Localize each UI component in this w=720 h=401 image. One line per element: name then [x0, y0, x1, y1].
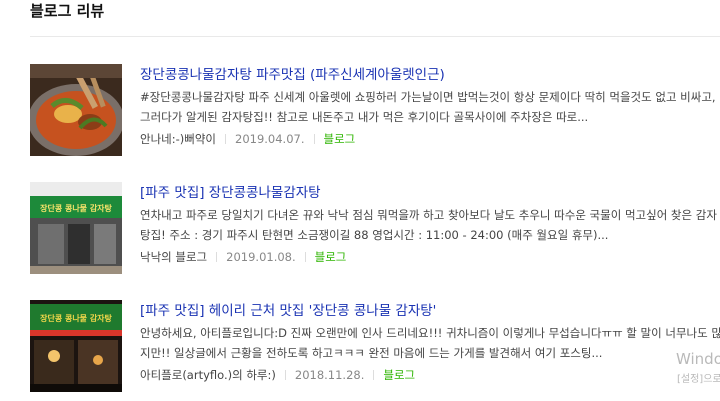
review-author[interactable]: 아티플로(artyflo.)의 하루:)	[140, 368, 276, 382]
review-title[interactable]: [파주 맛집] 헤이리 근처 맛집 '장단콩 콩나물 감자탕'	[140, 301, 436, 321]
review-title[interactable]: [파주 맛집] 장단콩콩나물감자탕	[140, 183, 321, 203]
sign-text: 장단콩 콩나물 감자탕	[40, 203, 112, 213]
review-thumbnail[interactable]	[30, 64, 122, 156]
review-item: 장단콩 콩나물 감자탕 [파주 맛집] 장단콩콩나물감자탕 연차내고 파주로 당…	[30, 182, 720, 274]
meta-separator	[313, 134, 315, 144]
review-source: 블로그	[323, 132, 356, 146]
meta-separator	[216, 252, 218, 262]
review-meta: 아티플로(artyflo.)의 하루:) 2018.11.28. 블로그	[140, 367, 415, 383]
review-date: 2018.11.28.	[294, 368, 365, 382]
review-title[interactable]: 장단콩콩나물감자탕 파주맛집 (파주신세계아울렛인근)	[140, 65, 445, 85]
review-date: 2019.04.07.	[235, 132, 305, 146]
meta-separator	[304, 252, 306, 262]
review-meta: 낙낙의 블로그 2019.01.08. 블로그	[140, 249, 346, 265]
section-title: 블로그 리뷰	[30, 2, 105, 20]
review-thumbnail[interactable]: 장단콩 콩나물 감자탕	[30, 182, 122, 274]
sign-text: 장단콩 콩나물 감자탕	[40, 313, 112, 323]
review-source: 블로그	[314, 250, 347, 264]
review-source: 블로그	[383, 368, 416, 382]
review-item: 장단콩 콩나물 감자탕 [파주 맛집] 헤이리 근처 맛집 '장단콩 콩나물 감…	[30, 300, 720, 392]
review-thumbnail[interactable]: 장단콩 콩나물 감자탕	[30, 300, 122, 392]
review-description: #장단콩콩나물감자탕 파주 신세계 아울렛에 쇼핑하러 가는날이면 밥먹는것이 …	[140, 90, 716, 124]
review-item: 장단콩콩나물감자탕 파주맛집 (파주신세계아울렛인근) #장단콩콩나물감자탕 파…	[30, 64, 720, 156]
review-author[interactable]: 낙낙의 블로그	[140, 250, 207, 264]
divider	[30, 36, 720, 37]
meta-separator	[284, 370, 286, 380]
review-author[interactable]: 안나네:-)뻐약이	[140, 132, 216, 146]
review-meta: 안나네:-)뻐약이 2019.04.07. 블로그	[140, 131, 355, 147]
meta-separator	[373, 370, 375, 380]
review-description: 연차내고 파주로 당일치기 다녀온 뀨와 낙낙 점심 뭐먹을까 하고 찾아보다 …	[140, 208, 717, 242]
meta-separator	[225, 134, 226, 144]
windows-activation-subtext: [설정]으로	[677, 374, 720, 385]
windows-activation-watermark: Windo	[676, 350, 720, 368]
review-date: 2019.01.08.	[226, 250, 296, 264]
review-description: 안녕하세요, 아티플로입니다:D 진짜 오랜만에 인사 드리네요!!! 귀차니즘…	[140, 326, 720, 360]
